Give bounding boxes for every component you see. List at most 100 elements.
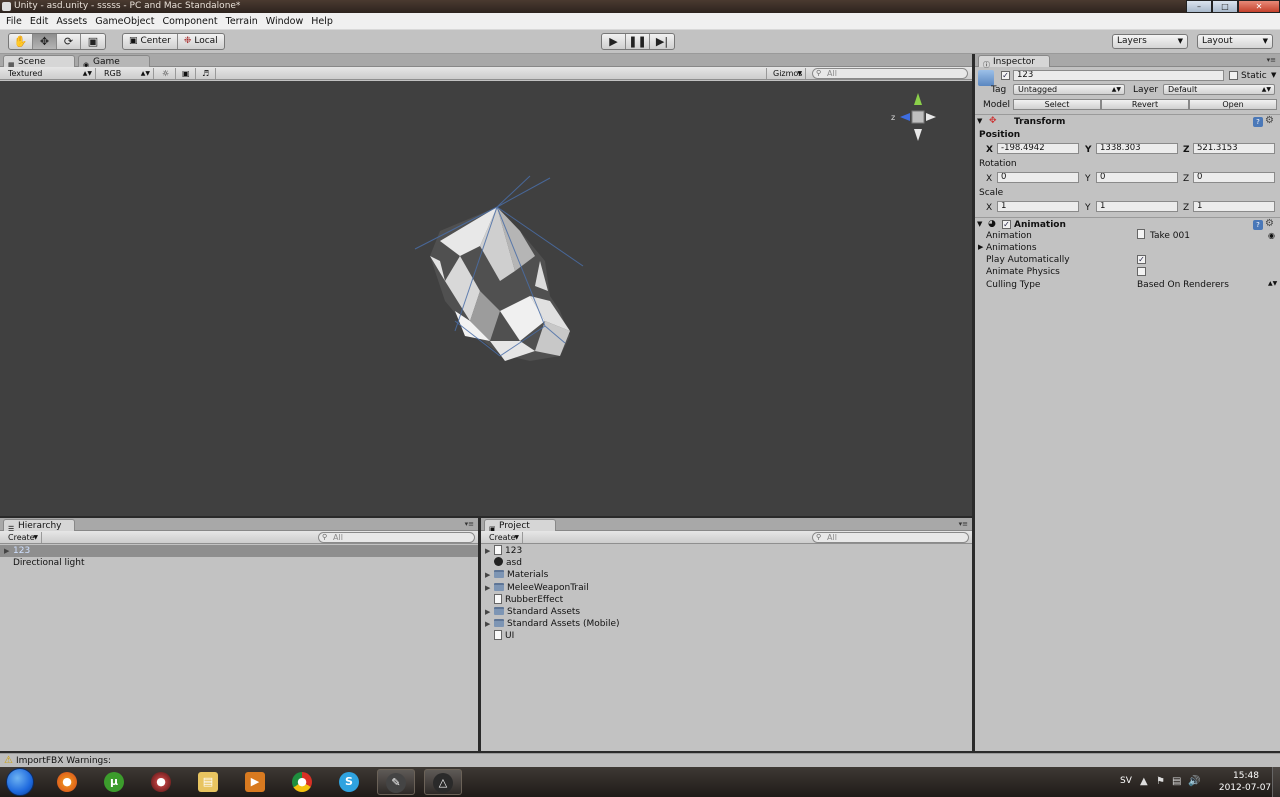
axis-gizmo[interactable]: z (888, 87, 948, 147)
utorrent-icon[interactable]: μ (95, 769, 133, 795)
model-select-button[interactable]: Select (1013, 99, 1101, 110)
audio-toggle-icon[interactable]: ♬ (198, 68, 216, 79)
project-panel-menu-icon[interactable]: ▾≡ (959, 520, 968, 528)
position-y-field[interactable]: 1338.303 (1096, 143, 1178, 154)
static-checkbox[interactable] (1229, 71, 1238, 80)
hierarchy-item-123[interactable]: ▶ 123 (0, 545, 478, 558)
tray-arrow-icon[interactable]: ▲ (1140, 776, 1148, 787)
gizmo-neg-y-axis[interactable] (914, 129, 922, 141)
animation-gear-icon[interactable]: ⚙ (1265, 218, 1274, 229)
play-automatically-checkbox[interactable]: ✓ (1137, 255, 1146, 264)
transform-header[interactable]: ▼ ✥ Transform ? ⚙ (975, 114, 1280, 128)
close-button[interactable]: ✕ (1238, 0, 1280, 13)
position-z-field[interactable]: 521.3153 (1193, 143, 1275, 154)
color-mode-dropdown[interactable]: RGB ▲▼ (98, 68, 154, 79)
lighting-toggle-icon[interactable]: ☼ (158, 68, 176, 79)
fold-arrow-icon[interactable]: ▶ (485, 582, 490, 594)
show-desktop-button[interactable] (1272, 767, 1280, 797)
scale-x-field[interactable]: 1 (997, 201, 1079, 212)
transform-help-icon[interactable]: ? (1253, 117, 1263, 127)
animate-physics-checkbox[interactable] (1137, 267, 1146, 276)
gizmo-neg-z-axis[interactable] (926, 113, 936, 121)
object-name-field[interactable]: 123 (1013, 70, 1224, 81)
language-indicator[interactable]: SV (1120, 776, 1132, 786)
tab-hierarchy[interactable]: ☰ Hierarchy (3, 519, 75, 533)
tag-dropdown[interactable]: Untagged ▲▼ (1013, 84, 1125, 95)
maximize-button[interactable]: □ (1212, 0, 1238, 13)
hierarchy-panel-menu-icon[interactable]: ▾≡ (465, 520, 474, 528)
rotation-y-field[interactable]: 0 (1096, 172, 1178, 183)
minimize-button[interactable]: – (1186, 0, 1212, 13)
fold-arrow-icon[interactable]: ▶ (485, 569, 490, 581)
fold-arrow-icon[interactable]: ▶ (485, 618, 490, 630)
volume-icon[interactable]: 🔊 (1188, 776, 1200, 787)
project-item-standard-assets-mobile[interactable]: ▶ Standard Assets (Mobile) (481, 618, 972, 630)
menu-assets[interactable]: Assets (52, 13, 91, 29)
menu-window[interactable]: Window (262, 13, 307, 29)
animation-clip-value[interactable]: Take 001 (1150, 231, 1190, 241)
hand-tool-icon[interactable]: ✋ (9, 34, 33, 49)
scene-viewport[interactable]: z (0, 81, 972, 516)
static-dropdown-arrow-icon[interactable]: ▼ (1271, 71, 1276, 79)
project-item-standard-assets[interactable]: ▶ Standard Assets (481, 606, 972, 618)
scene-search-input[interactable]: ⚲ All (812, 68, 968, 79)
scale-y-field[interactable]: 1 (1096, 201, 1178, 212)
menu-gameobject[interactable]: GameObject (91, 13, 158, 29)
step-icon[interactable]: ▶| (650, 34, 674, 49)
transform-gear-icon[interactable]: ⚙ (1265, 115, 1274, 126)
culling-type-arrow-icon[interactable]: ▲▼ (1268, 280, 1277, 287)
project-item-meleeweapontrail[interactable]: ▶ MeleeWeaponTrail (481, 582, 972, 594)
layer-dropdown[interactable]: Default ▲▼ (1163, 84, 1275, 95)
menu-component[interactable]: Component (158, 13, 221, 29)
pause-icon[interactable]: ❚❚ (626, 34, 650, 49)
media-app-icon[interactable]: ● (142, 769, 180, 795)
position-x-field[interactable]: -198.4942 (997, 143, 1079, 154)
scale-tool-icon[interactable]: ▣ (81, 34, 105, 49)
scale-z-field[interactable]: 1 (1193, 201, 1275, 212)
firefox-icon[interactable]: ● (48, 769, 86, 795)
gizmos-dropdown[interactable]: Gizmos ▼ (766, 68, 806, 79)
pivot-local-button[interactable]: ❉ Local (178, 34, 224, 49)
gizmo-y-axis[interactable] (914, 93, 922, 105)
menu-help[interactable]: Help (307, 13, 337, 29)
model-revert-button[interactable]: Revert (1101, 99, 1189, 110)
action-center-flag-icon[interactable]: ⚑ (1156, 776, 1165, 787)
play-icon[interactable]: ▶ (602, 34, 626, 49)
transform-fold-icon[interactable]: ▼ (977, 117, 982, 125)
active-checkbox[interactable]: ✓ (1001, 71, 1010, 80)
tab-game[interactable]: ◉ Game (78, 55, 150, 69)
fold-arrow-icon[interactable]: ▶ (4, 545, 9, 557)
project-item-123[interactable]: ▶ 123 (481, 545, 972, 557)
media-player-icon[interactable]: ▶ (236, 769, 274, 795)
clock-date[interactable]: 2012-07-07 (1215, 783, 1275, 793)
gizmo-z-axis[interactable] (900, 113, 910, 121)
taskbar-app-icon[interactable]: ✎ (377, 769, 415, 795)
project-search-input[interactable]: ⚲ All (812, 532, 969, 543)
tab-scene[interactable]: ▦ Scene (3, 55, 75, 69)
animations-fold-icon[interactable]: ▶ (978, 243, 983, 251)
clock-time[interactable]: 15:48 (1228, 771, 1264, 781)
project-item-materials[interactable]: ▶ Materials (481, 569, 972, 581)
status-message[interactable]: ImportFBX Warnings: (16, 756, 111, 766)
culling-type-value[interactable]: Based On Renderers (1137, 280, 1229, 290)
rotation-x-field[interactable]: 0 (997, 172, 1079, 183)
menu-terrain[interactable]: Terrain (222, 13, 262, 29)
project-item-asd[interactable]: asd (481, 557, 972, 569)
animation-fold-icon[interactable]: ▼ (977, 220, 982, 228)
pivot-center-button[interactable]: ▣ Center (123, 34, 178, 49)
layout-dropdown[interactable]: Layout ▼ (1197, 34, 1273, 49)
project-create-dropdown[interactable]: Create ▼ (483, 532, 523, 543)
network-icon[interactable]: ▤ (1172, 776, 1181, 787)
layers-dropdown[interactable]: Layers ▼ (1112, 34, 1188, 49)
rotate-tool-icon[interactable]: ⟳ (57, 34, 81, 49)
render-mode-dropdown[interactable]: Textured ▲▼ (2, 68, 96, 79)
animation-header[interactable]: ▼ ◕ ✓ Animation ? ⚙ (975, 217, 1280, 231)
file-explorer-icon[interactable]: ▤ (189, 769, 227, 795)
project-item-rubbereffect[interactable]: RubberEffect (481, 593, 972, 606)
animation-help-icon[interactable]: ? (1253, 220, 1263, 230)
project-item-ui[interactable]: UI (481, 630, 972, 642)
rotation-z-field[interactable]: 0 (1193, 172, 1275, 183)
hierarchy-search-input[interactable]: ⚲ All (318, 532, 475, 543)
menu-file[interactable]: File (2, 13, 26, 29)
chrome-icon[interactable]: ● (283, 769, 321, 795)
